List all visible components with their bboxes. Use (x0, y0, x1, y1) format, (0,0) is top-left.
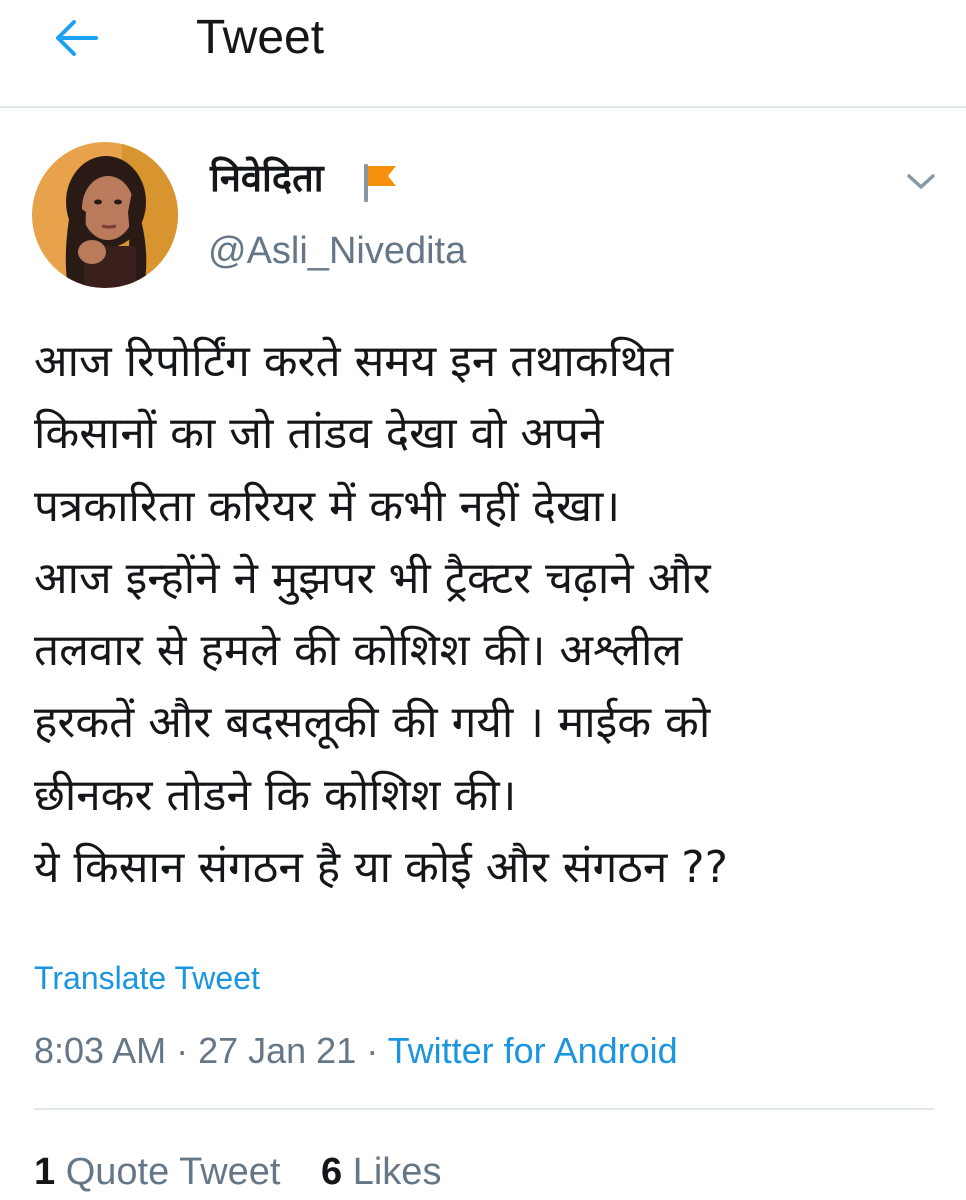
tweet-time: 8:03 AM (34, 1030, 167, 1071)
likes-stat[interactable]: 6 Likes (321, 1146, 441, 1198)
divider (34, 1108, 934, 1110)
tweet-detail-screen: Tweet निवेदिता @Asli_Nivedita आज रिपोर्ट… (0, 0, 966, 1200)
top-bar: Tweet (0, 0, 966, 108)
tweet-text-line: ये किसान संगठन है या कोई और संगठन ?? (34, 842, 728, 894)
tweet-text-line: किसानों का जो तांडव देखा वो अपने (34, 408, 604, 460)
likes-count: 6 (321, 1151, 343, 1193)
tweet-text: आज रिपोर्टिंग करते समय इन तथाकथित किसानो… (34, 326, 954, 904)
meta-separator: · (356, 1030, 388, 1071)
tweet-options-button[interactable] (898, 164, 944, 200)
page-title: Tweet (196, 11, 325, 64)
tweet-text-line: पत्रकारिता करियर में कभी नहीं देखा। (34, 480, 621, 532)
display-name[interactable]: निवेदिता (210, 152, 324, 204)
saffron-flag-icon (364, 164, 396, 202)
back-arrow-icon (56, 20, 98, 56)
tweet-text-line: हरकतें और बदसलूकी की गयी । माईक को (34, 697, 711, 749)
quote-label: Quote Tweet (55, 1151, 281, 1193)
tweet-meta: 8:03 AM · 27 Jan 21 · Twitter for Androi… (34, 1026, 678, 1076)
meta-separator: · (166, 1030, 199, 1071)
likes-label: Likes (342, 1151, 442, 1193)
quote-tweets-stat[interactable]: 1 Quote Tweet (34, 1146, 280, 1198)
translate-tweet-link[interactable]: Translate Tweet (34, 956, 260, 1000)
tweet-stats: 1 Quote Tweet 6 Likes (34, 1146, 471, 1198)
tweet-date: 27 Jan 21 (198, 1030, 357, 1071)
tweet-text-line: आज रिपोर्टिंग करते समय इन तथाकथित (34, 336, 674, 387)
avatar[interactable] (32, 142, 178, 288)
back-button[interactable] (44, 10, 108, 66)
quote-count: 1 (34, 1151, 56, 1193)
avatar-image (32, 142, 178, 288)
tweet-text-line: आज इन्होंने ने मुझपर भी ट्रैक्टर चढ़ाने … (34, 552, 711, 604)
user-handle[interactable]: @Asli_Nivedita (208, 226, 466, 276)
chevron-down-icon (907, 174, 935, 189)
tweet-source-link[interactable]: Twitter for Android (388, 1030, 678, 1071)
tweet-text-line: छीनकर तोडने कि कोशिश की। (34, 769, 517, 821)
tweet-text-line: तलवार से हमले की कोशिश की। अश्लील (34, 625, 683, 677)
